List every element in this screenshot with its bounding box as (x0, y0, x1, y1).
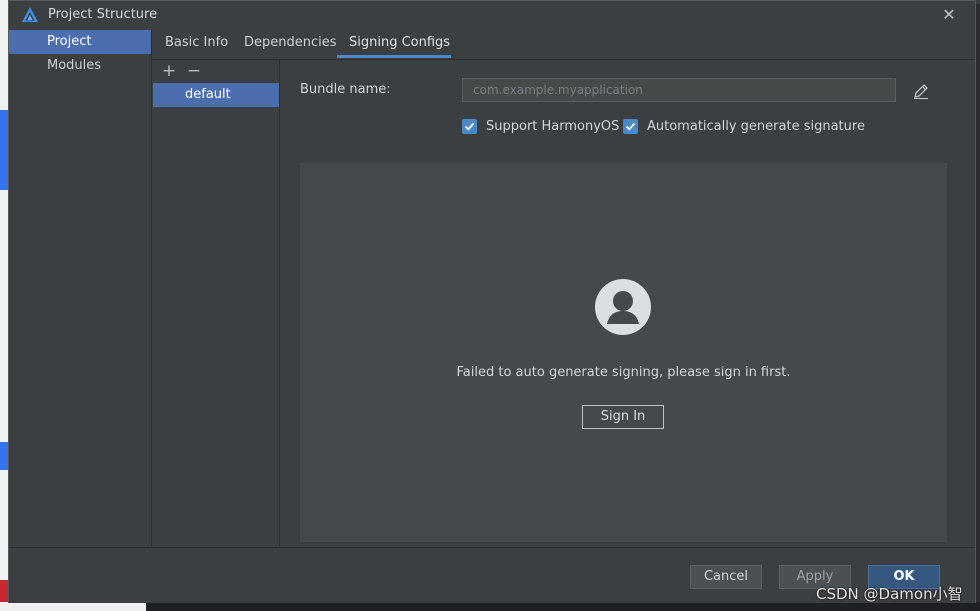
auto-signature-checkbox[interactable]: Automatically generate signature (623, 117, 865, 135)
cancel-button[interactable]: Cancel (690, 565, 762, 589)
watermark-text: CSDN @Damon小智 (816, 585, 963, 603)
plus-icon: + (161, 61, 177, 81)
support-harmonyos-label: Support HarmonyOS (486, 118, 620, 134)
sidebar-item-label: Project (47, 34, 92, 49)
background-window-edge (0, 0, 8, 611)
background-blue-block (0, 442, 8, 470)
config-item-default[interactable]: default (153, 83, 279, 107)
sidebar-item-project[interactable]: Project (9, 30, 151, 54)
remove-config-button[interactable]: − (185, 62, 203, 80)
harmony-logo-icon (22, 7, 38, 22)
add-config-button[interactable]: + (160, 62, 178, 80)
bundle-name-label: Bundle name: (300, 82, 391, 97)
tab-bar: Basic Info Dependencies Signing Configs (152, 29, 975, 60)
active-tab-indicator (337, 55, 451, 58)
tab-basic-info[interactable]: Basic Info (165, 29, 228, 59)
user-avatar-icon (595, 279, 651, 335)
sidebar-item-modules[interactable]: Modules (9, 54, 151, 78)
signin-failure-message: Failed to auto generate signing, please … (456, 365, 791, 380)
background-taskbar-segment (0, 602, 146, 611)
project-structure-dialog: Project Structure ✕ Project Modules Basi… (8, 0, 976, 603)
auto-signature-label: Automatically generate signature (647, 118, 865, 134)
signin-prompt-panel: Failed to auto generate signing, please … (300, 163, 947, 542)
bundle-name-input[interactable] (462, 78, 896, 102)
minus-icon: − (186, 61, 202, 81)
background-blue-block (0, 110, 8, 190)
signing-config-list: + − default (152, 60, 280, 547)
sidebar-nav: Project Modules (9, 29, 152, 547)
checkmark-icon (623, 118, 638, 134)
signing-config-detail: Bundle name: Support HarmonyOS Automatic… (280, 60, 975, 547)
sidebar-item-label: Modules (47, 58, 102, 73)
close-icon: ✕ (942, 5, 956, 24)
tab-dependencies[interactable]: Dependencies (244, 29, 337, 59)
close-button[interactable]: ✕ (938, 5, 960, 25)
config-item-label: default (185, 87, 231, 102)
pencil-icon[interactable] (912, 82, 930, 100)
sign-in-button[interactable]: Sign In (582, 405, 664, 429)
dialog-titlebar[interactable]: Project Structure ✕ (9, 1, 975, 29)
dialog-title: Project Structure (48, 7, 158, 22)
support-harmonyos-checkbox[interactable]: Support HarmonyOS (462, 117, 619, 135)
background-red-block (0, 580, 8, 602)
checkmark-icon (462, 118, 477, 134)
